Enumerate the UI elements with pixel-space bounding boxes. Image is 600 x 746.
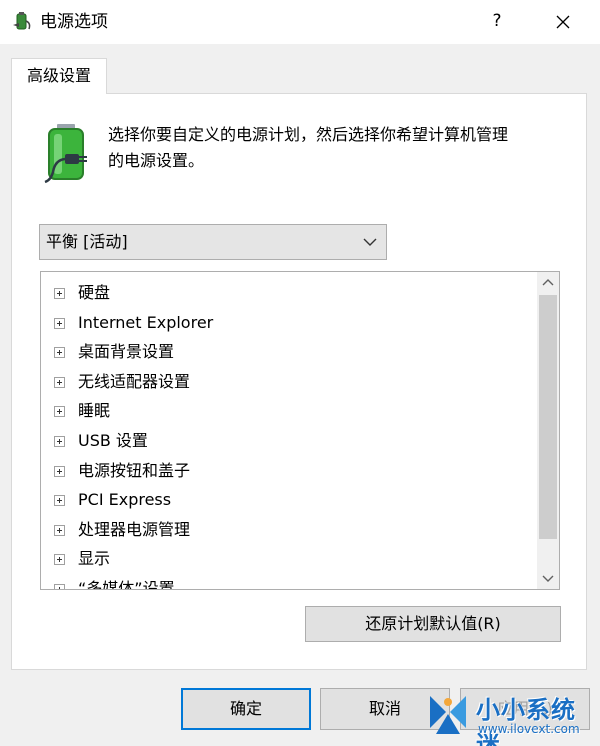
expand-icon[interactable] bbox=[54, 376, 65, 388]
close-icon bbox=[556, 15, 570, 28]
tree-item-label: 睡眠 bbox=[78, 401, 111, 421]
tree-item-label: USB 设置 bbox=[78, 430, 148, 450]
watermark-url: www.ilovext.com bbox=[478, 722, 580, 736]
expand-icon[interactable] bbox=[54, 495, 65, 507]
settings-tree[interactable]: 硬盘 Internet Explorer 桌面背景设置 无线适配器设置 睡眠 U… bbox=[40, 271, 560, 590]
scroll-up-icon[interactable] bbox=[537, 272, 559, 294]
tree-item-label: PCI Express bbox=[78, 490, 172, 510]
tree-item-label: “多媒体”设置 bbox=[78, 578, 175, 590]
watermark-title: 小小系统迷 bbox=[476, 696, 576, 746]
expand-icon[interactable] bbox=[54, 583, 65, 589]
expand-icon[interactable] bbox=[54, 524, 65, 536]
settings-tree-list: 硬盘 Internet Explorer 桌面背景设置 无线适配器设置 睡眠 U… bbox=[41, 278, 531, 590]
watermark-logo-icon bbox=[430, 696, 466, 734]
tree-item-label: 处理器电源管理 bbox=[78, 519, 191, 539]
chevron-down-icon bbox=[363, 238, 377, 246]
expand-icon[interactable] bbox=[54, 465, 65, 477]
tree-item-hard-disk[interactable]: 硬盘 bbox=[41, 278, 531, 308]
tree-item-label: 显示 bbox=[78, 549, 111, 569]
tree-item-processor-power[interactable]: 处理器电源管理 bbox=[41, 515, 531, 545]
tree-item-label: Internet Explorer bbox=[78, 312, 214, 332]
expand-icon[interactable] bbox=[54, 317, 65, 329]
tree-item-usb[interactable]: USB 设置 bbox=[41, 426, 531, 456]
expand-icon[interactable] bbox=[54, 347, 65, 359]
tab-advanced-settings[interactable]: 高级设置 bbox=[11, 58, 107, 94]
title-bar: 电源选项 ? bbox=[0, 0, 600, 44]
expand-icon[interactable] bbox=[54, 554, 65, 566]
vertical-scrollbar[interactable] bbox=[537, 272, 559, 589]
tree-item-label: 无线适配器设置 bbox=[78, 371, 191, 391]
power-options-icon bbox=[13, 12, 31, 30]
tree-item-label: 桌面背景设置 bbox=[78, 342, 175, 362]
battery-plug-icon bbox=[44, 124, 87, 184]
tree-item-display[interactable]: 显示 bbox=[41, 544, 531, 574]
power-plan-select[interactable]: 平衡 [活动] bbox=[39, 224, 387, 260]
scroll-down-icon[interactable] bbox=[537, 567, 559, 589]
description-line-2: 的电源设置。 bbox=[108, 151, 205, 170]
expand-icon[interactable] bbox=[54, 288, 65, 299]
tree-item-multimedia[interactable]: “多媒体”设置 bbox=[41, 574, 531, 590]
tree-item-wireless-adapter[interactable]: 无线适配器设置 bbox=[41, 367, 531, 397]
ok-button[interactable]: 确定 bbox=[181, 688, 311, 730]
description-line-1: 选择你要自定义的电源计划，然后选择你希望计算机管理 bbox=[108, 125, 509, 144]
expand-icon[interactable] bbox=[54, 406, 65, 418]
tree-item-power-buttons[interactable]: 电源按钮和盖子 bbox=[41, 456, 531, 486]
tree-item-pci-express[interactable]: PCI Express bbox=[41, 485, 531, 515]
tree-item-internet-explorer[interactable]: Internet Explorer bbox=[41, 308, 531, 338]
close-button[interactable] bbox=[540, 4, 586, 38]
power-plan-value: 平衡 [活动] bbox=[46, 232, 128, 251]
watermark: 小小系统迷 www.ilovext.com bbox=[422, 686, 600, 746]
restore-defaults-button[interactable]: 还原计划默认值(R) bbox=[305, 606, 561, 642]
tree-item-label: 电源按钮和盖子 bbox=[78, 460, 191, 480]
tree-item-label: 硬盘 bbox=[78, 283, 111, 302]
tree-item-desktop-background[interactable]: 桌面背景设置 bbox=[41, 337, 531, 367]
expand-icon[interactable] bbox=[54, 435, 65, 447]
advanced-settings-panel: 选择你要自定义的电源计划，然后选择你希望计算机管理 的电源设置。 平衡 [活动]… bbox=[11, 93, 587, 670]
window-title: 电源选项 bbox=[40, 12, 108, 32]
description: 选择你要自定义的电源计划，然后选择你希望计算机管理 的电源设置。 bbox=[108, 122, 568, 174]
scroll-thumb[interactable] bbox=[539, 295, 557, 539]
help-button[interactable]: ? bbox=[474, 4, 520, 38]
tree-item-sleep[interactable]: 睡眠 bbox=[41, 396, 531, 426]
